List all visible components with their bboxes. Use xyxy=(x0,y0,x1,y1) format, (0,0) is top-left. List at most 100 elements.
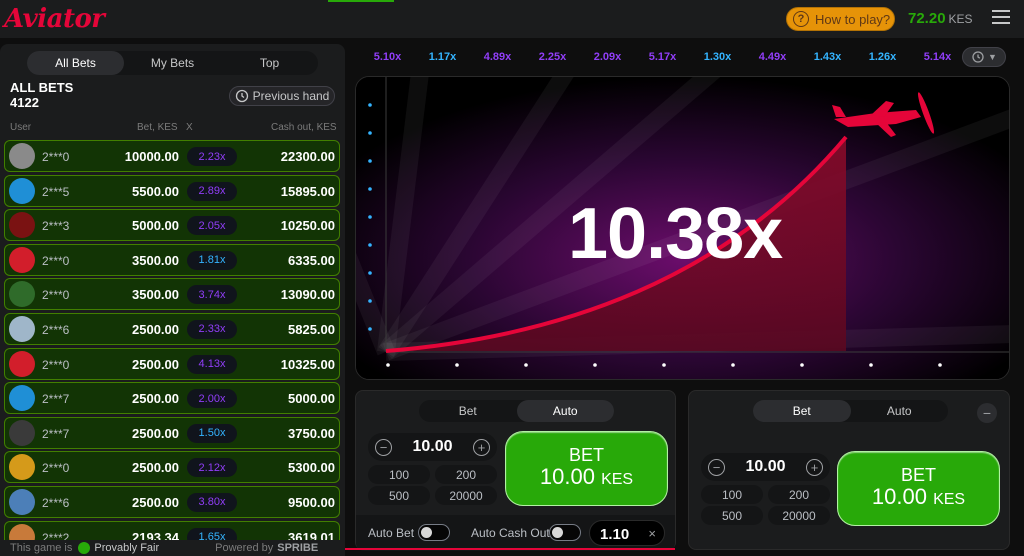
bet-amount-stepper: − 10.00 + xyxy=(368,433,497,461)
bet-amount: 5000.00 xyxy=(132,218,179,234)
bet-cashout: 3750.00 xyxy=(288,425,335,441)
bet-row: 2***0 2500.00 4.13x 10325.00 xyxy=(4,347,340,380)
tab-auto[interactable]: Auto xyxy=(516,400,614,422)
bet-multiplier: 1.50x xyxy=(187,423,237,443)
quick-amount-20000[interactable]: 20000 xyxy=(768,506,830,525)
tab-bet[interactable]: Bet xyxy=(753,400,851,422)
bet-button[interactable]: BET 10.00 KES xyxy=(837,451,1000,526)
history-multiplier[interactable]: 5.10x xyxy=(360,51,415,63)
tab-all-bets[interactable]: All Bets xyxy=(27,51,124,75)
history-multiplier[interactable]: 4.89x xyxy=(470,51,525,63)
bet-user: 2***0 xyxy=(42,461,70,476)
avatar xyxy=(9,315,35,342)
history-multiplier[interactable]: 4.49x xyxy=(745,51,800,63)
tab-auto[interactable]: Auto xyxy=(851,400,949,422)
bet-amount: 10000.00 xyxy=(124,149,179,164)
provably-fair-link[interactable]: Provably Fair xyxy=(94,542,159,554)
quick-amount-200[interactable]: 200 xyxy=(435,465,497,484)
bet-button[interactable]: BET 10.00 KES xyxy=(505,431,668,506)
bet-cashout: 10250.00 xyxy=(280,218,335,234)
history-dropdown-button[interactable]: ▼ xyxy=(962,47,1006,67)
bet-amount-value[interactable]: 10.00 xyxy=(745,458,785,476)
plus-icon[interactable]: + xyxy=(472,438,490,456)
bet-multiplier: 1.81x xyxy=(187,250,237,270)
bet-cashout: 5300.00 xyxy=(288,460,335,476)
bet-multiplier: 3.80x xyxy=(187,492,237,512)
bets-tabs: All Bets My Bets Top xyxy=(27,51,318,75)
history-multiplier[interactable]: 1.17x xyxy=(415,51,470,63)
quick-amount-100[interactable]: 100 xyxy=(701,485,763,504)
col-x: X xyxy=(186,122,193,133)
quick-amount-500[interactable]: 500 xyxy=(368,486,430,505)
bet-amount-stepper: − 10.00 + xyxy=(701,453,830,481)
bet-user: 2***0 xyxy=(42,357,70,372)
quick-amount-20000[interactable]: 20000 xyxy=(435,486,497,505)
history-multiplier[interactable]: 5.14x xyxy=(910,51,965,63)
history-multiplier[interactable]: 5.17x xyxy=(635,51,690,63)
balance-display: 72.20 KES xyxy=(908,10,973,27)
bet-amount-value[interactable]: 10.00 xyxy=(412,438,452,456)
bet-multiplier: 2.89x xyxy=(187,181,237,201)
minus-icon[interactable]: − xyxy=(375,438,392,456)
footer-text: This game is xyxy=(10,542,73,554)
history-multiplier[interactable]: 1.30x xyxy=(690,51,745,63)
how-to-play-button[interactable]: ? How to play? xyxy=(786,7,895,31)
bet-multiplier: 2.05x xyxy=(187,216,237,236)
bet-row: 2***7 2500.00 1.50x 3750.00 xyxy=(4,416,340,449)
bet-panel-2-tabs: Bet Auto xyxy=(753,400,948,422)
history-multiplier[interactable]: 1.26x xyxy=(855,51,910,63)
question-icon: ? xyxy=(793,11,809,27)
bet-row: 2***3 5000.00 2.05x 10250.00 xyxy=(4,209,340,242)
balance-currency: KES xyxy=(948,12,973,26)
bet-cashout: 10325.00 xyxy=(280,356,335,372)
menu-icon[interactable] xyxy=(992,10,1010,28)
bet-button-currency: KES xyxy=(933,491,966,508)
bet-amount: 2500.00 xyxy=(132,425,179,441)
bet-multiplier: 2.23x xyxy=(187,147,237,166)
close-icon[interactable]: × xyxy=(648,526,656,541)
tab-my-bets[interactable]: My Bets xyxy=(124,51,221,75)
remove-panel-button[interactable]: − xyxy=(977,403,997,423)
all-bets-title: ALL BETS xyxy=(10,80,74,95)
tab-bet[interactable]: Bet xyxy=(419,400,517,422)
auto-cashout-input[interactable]: 1.10 × xyxy=(589,520,665,546)
history-multiplier[interactable]: 1.43x xyxy=(800,51,855,63)
history-icon xyxy=(235,89,248,103)
chevron-down-icon: ▼ xyxy=(988,52,997,62)
bet-amount: 5500.00 xyxy=(132,183,179,199)
bet-cashout: 13090.00 xyxy=(280,287,335,303)
history-multiplier[interactable]: 2.25x xyxy=(525,51,580,63)
avatar xyxy=(9,350,35,377)
bet-amount: 2500.00 xyxy=(132,391,179,407)
multiplier-history: 5.10x 1.17x 4.89x 2.25x 2.09x 5.17x 1.30x 4.49x… xyxy=(360,44,1010,70)
bet-user: 2***6 xyxy=(42,495,70,510)
tab-top[interactable]: Top xyxy=(221,51,318,75)
check-icon xyxy=(78,542,91,554)
bets-list: 2***0 10000.00 2.23x 22300.00 2***5 5500.00 2.… xyxy=(4,140,340,555)
bet-cashout: 9500.00 xyxy=(288,494,335,510)
quick-amount-100[interactable]: 100 xyxy=(368,465,430,484)
quick-amount-500[interactable]: 500 xyxy=(701,506,763,525)
all-bets-count: 4122 xyxy=(10,95,39,110)
game-canvas: 10.38x xyxy=(355,76,1010,380)
spribe-logo: SPRIBE xyxy=(277,542,319,554)
plus-icon[interactable]: + xyxy=(805,458,823,476)
history-multiplier[interactable]: 2.09x xyxy=(580,51,635,63)
col-cashout: Cash out, KES xyxy=(271,122,337,133)
quick-amount-200[interactable]: 200 xyxy=(768,485,830,504)
aviator-logo[interactable]: Aviator xyxy=(4,4,105,34)
bet-button-label: BET xyxy=(568,445,604,465)
bet-amount: 2500.00 xyxy=(132,321,179,337)
bet-row: 2***7 2500.00 2.00x 5000.00 xyxy=(4,382,340,415)
col-user: User xyxy=(10,122,32,133)
quick-amounts: 100 200 500 20000 xyxy=(368,465,497,505)
top-accent-line xyxy=(328,0,394,2)
auto-bet-toggle[interactable] xyxy=(418,524,450,541)
auto-cashout-toggle[interactable] xyxy=(549,524,581,541)
bet-cashout: 6335.00 xyxy=(288,252,335,268)
balance-amount: 72.20 xyxy=(908,10,946,27)
powered-by: Powered by xyxy=(215,542,274,554)
previous-hand-button[interactable]: Previous hand xyxy=(229,86,335,106)
minus-icon[interactable]: − xyxy=(708,458,725,476)
bet-row: 2***0 3500.00 3.74x 13090.00 xyxy=(4,278,340,311)
